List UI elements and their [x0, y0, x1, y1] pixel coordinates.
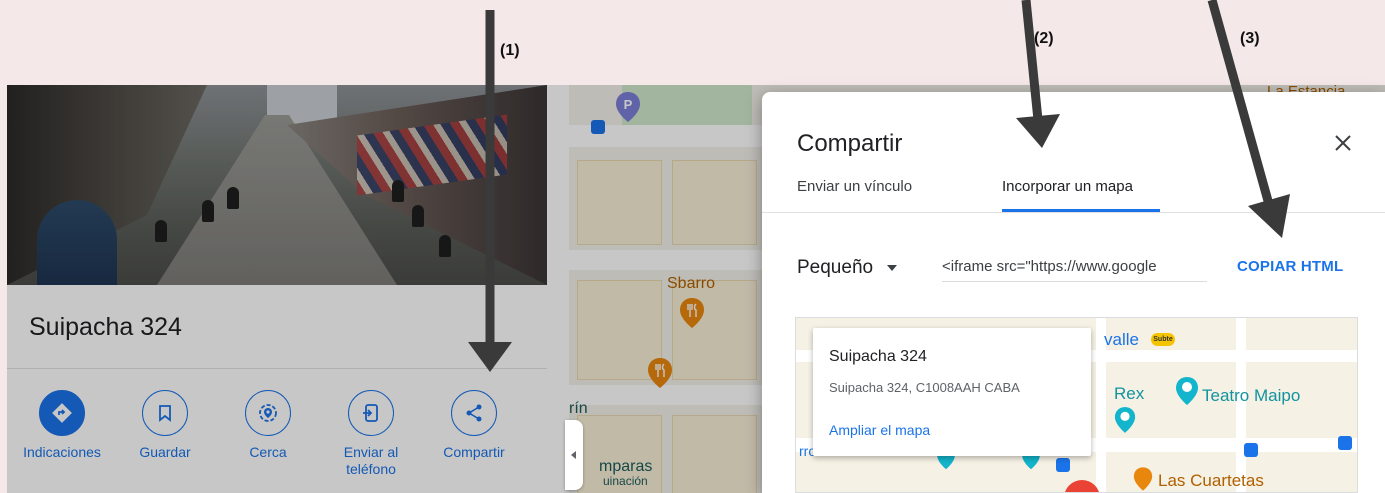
- map-label-lavalle: valle: [1104, 330, 1139, 349]
- map-label-rex: Rex: [1114, 384, 1145, 403]
- collapse-panel-button[interactable]: [565, 420, 583, 490]
- place-info-card: Suipacha 324 Suipacha 324, C1008AAH CABA…: [813, 328, 1091, 456]
- nearby-button[interactable]: Cerca: [218, 390, 318, 461]
- place-panel: Suipacha 324 Indicaciones Guardar Cerca: [7, 85, 547, 493]
- bus-stop-icon[interactable]: [1056, 458, 1070, 472]
- enlarge-map-link[interactable]: Ampliar el mapa: [829, 422, 930, 438]
- divider: [762, 212, 1385, 213]
- bus-stop-icon[interactable]: [1338, 436, 1352, 450]
- directions-icon: [52, 403, 72, 423]
- share-label: Compartir: [443, 444, 505, 460]
- tab-send-link[interactable]: Enviar un vínculo: [797, 178, 912, 195]
- directions-button[interactable]: Indicaciones: [12, 390, 112, 461]
- send-to-phone-icon: [363, 404, 378, 422]
- dropdown-arrow-icon: [887, 265, 898, 271]
- annotation-label-2: (2): [1034, 30, 1054, 47]
- theater-pin-icon[interactable]: [1114, 406, 1136, 434]
- embed-code-field[interactable]: <iframe src="https://www.google: [942, 254, 1207, 282]
- size-value: Pequeño: [797, 257, 874, 278]
- dialog-title: Compartir: [797, 130, 903, 157]
- restaurant-pin-icon[interactable]: [1133, 466, 1153, 492]
- directions-label: Indicaciones: [23, 444, 101, 460]
- share-icon: [466, 404, 482, 422]
- nearby-icon: [259, 404, 277, 422]
- street-view-photo[interactable]: [7, 85, 547, 285]
- map-label-teatro-maipo: Teatro Maipo: [1202, 386, 1301, 405]
- embed-map-preview[interactable]: valle Subte Rex Teatro Maipo rro Obelisc…: [795, 317, 1358, 493]
- size-dropdown[interactable]: Pequeño: [797, 257, 898, 279]
- close-button[interactable]: [1328, 128, 1358, 158]
- caret-left-icon: [571, 451, 576, 459]
- tab-embed-map[interactable]: Incorporar un mapa: [1002, 178, 1133, 195]
- annotation-label-1: (1): [500, 42, 520, 59]
- send-to-phone-label: Enviar al teléfono: [343, 444, 399, 477]
- share-dialog: Compartir Enviar un vínculo Incorporar u…: [762, 92, 1385, 493]
- bookmark-icon: [159, 405, 171, 422]
- info-card-title: Suipacha 324: [829, 348, 927, 365]
- save-button[interactable]: Guardar: [115, 390, 215, 461]
- copy-html-button[interactable]: COPIAR HTML: [1237, 258, 1343, 275]
- nearby-label: Cerca: [249, 444, 287, 460]
- save-label: Guardar: [139, 444, 191, 460]
- map-label-las-cuartetas: Las Cuartetas: [1158, 471, 1264, 490]
- bus-stop-icon[interactable]: [1244, 443, 1258, 457]
- theater-pin-icon[interactable]: [1175, 376, 1199, 406]
- divider: [7, 368, 547, 369]
- annotation-label-3: (3): [1240, 30, 1260, 47]
- location-marker-icon: [1064, 480, 1100, 492]
- send-to-phone-button[interactable]: Enviar al teléfono: [321, 390, 421, 478]
- place-title: Suipacha 324: [29, 313, 182, 341]
- close-icon: [1335, 135, 1351, 151]
- subte-badge: Subte: [1151, 333, 1175, 346]
- info-card-address: Suipacha 324, C1008AAH CABA: [829, 380, 1020, 395]
- share-button[interactable]: Compartir: [424, 390, 524, 461]
